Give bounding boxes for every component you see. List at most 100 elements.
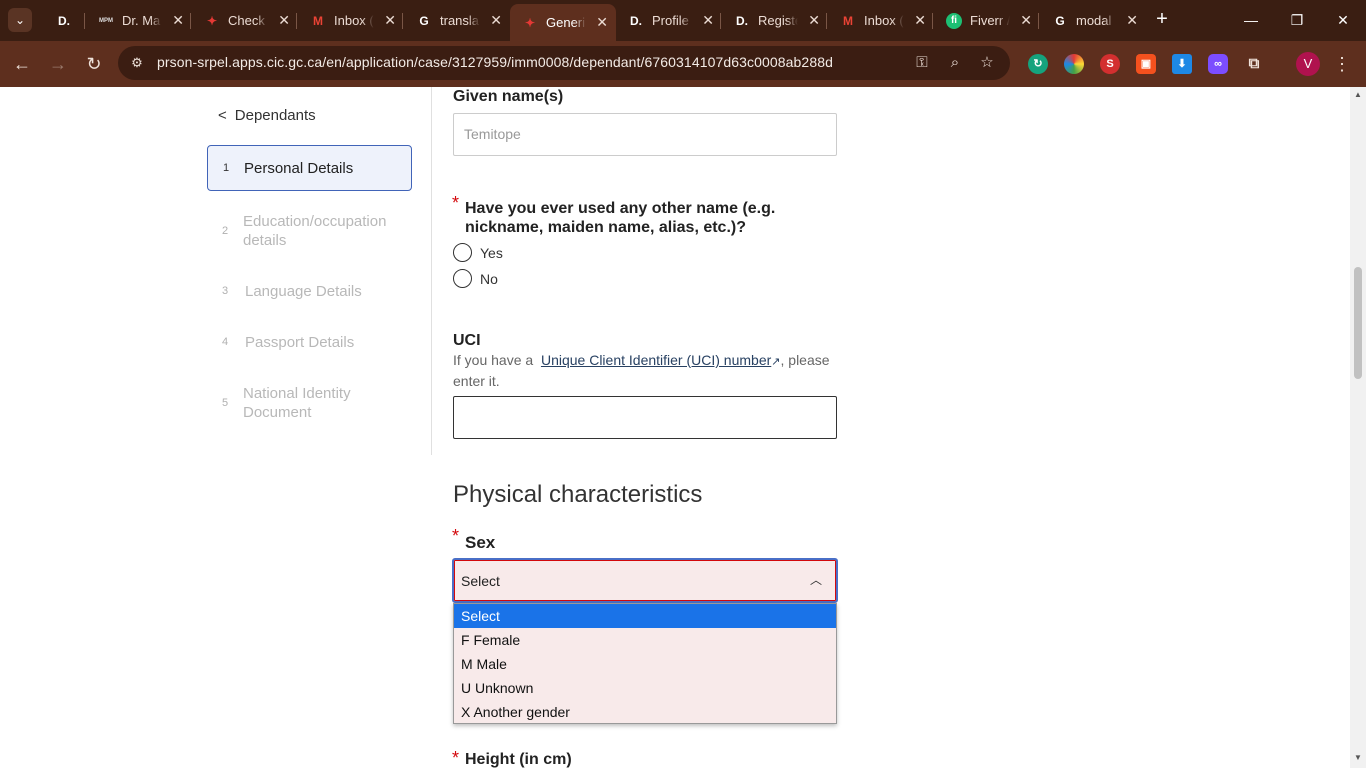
restore-icon[interactable]: ❐	[1282, 8, 1312, 32]
option-another-gender[interactable]: X Another gender	[454, 700, 836, 724]
new-tab-icon[interactable]: +	[1150, 8, 1174, 32]
mpm-favicon-icon: MPM	[99, 17, 113, 24]
close-window-icon[interactable]: ✕	[1328, 8, 1358, 32]
tab-favicon-icon: D.	[736, 13, 748, 28]
tab-8[interactable]: M Inbox ( ✕	[828, 6, 934, 35]
tab-title: Fiverr /	[970, 13, 1010, 28]
extension-color-icon[interactable]	[1064, 54, 1084, 74]
sex-select[interactable]: Select ︿	[452, 558, 838, 603]
close-tab-icon[interactable]: ✕	[1126, 12, 1138, 29]
close-tab-icon[interactable]: ✕	[702, 12, 714, 29]
minimize-icon[interactable]: —	[1236, 8, 1266, 32]
password-key-icon[interactable]: ⚿	[912, 53, 932, 73]
maple-leaf-icon: ✦	[524, 15, 536, 30]
tab-10[interactable]: G modal ✕	[1040, 6, 1146, 35]
external-link-icon: ↗	[771, 356, 781, 368]
option-female[interactable]: F Female	[454, 628, 836, 652]
radio-circle[interactable]	[453, 243, 472, 262]
tab-title: Dr. Ma	[122, 13, 161, 28]
other-name-yes-radio[interactable]: Yes	[453, 243, 503, 262]
extensions-puzzle-icon[interactable]: ⧉	[1244, 54, 1264, 74]
reload-icon[interactable]: ↻	[82, 52, 106, 76]
tab-favicon-icon: D.	[58, 13, 70, 28]
step-number: 5	[221, 397, 229, 409]
gmail-icon: M	[843, 13, 853, 28]
sex-label: Sex	[465, 533, 496, 552]
step-label: Personal Details	[244, 159, 354, 177]
step-label: Education/occupation details	[243, 213, 387, 249]
tab-bar: ⌄ D. MPM Dr. Ma ✕ ✦ Check ✕ M Inbox ( ✕ …	[0, 0, 1366, 41]
sex-selected-value: Select	[461, 573, 500, 589]
tab-5-active[interactable]: ✦ Generi ✕	[510, 4, 616, 41]
step-label: Passport Details	[245, 333, 355, 351]
close-tab-icon[interactable]: ✕	[278, 12, 290, 29]
given-names-input[interactable]: Temitope	[453, 113, 837, 156]
site-info-icon[interactable]: ⚙	[128, 54, 146, 72]
section-title-physical: Physical characteristics	[453, 481, 703, 508]
radio-circle[interactable]	[453, 269, 472, 288]
tab-title: Inbox (	[334, 13, 374, 28]
bookmark-star-icon[interactable]: ☆	[977, 53, 997, 73]
back-link-label: Dependants	[234, 107, 316, 124]
step-language-details[interactable]: 3 Language Details	[207, 281, 412, 301]
required-asterisk: *	[452, 748, 460, 768]
sidenav-divider	[431, 87, 432, 455]
tab-9[interactable]: fi Fiverr / ✕	[934, 6, 1040, 35]
uci-help-text: If you have a Unique Client Identifier (…	[453, 351, 837, 391]
zoom-icon[interactable]: ⌕	[945, 53, 965, 73]
uci-help-prefix: If you have a	[453, 352, 534, 368]
close-tab-icon[interactable]: ✕	[596, 14, 608, 31]
other-name-no-radio[interactable]: No	[453, 269, 498, 288]
tab-search-chevron-icon[interactable]: ⌄	[8, 8, 32, 32]
tab-4[interactable]: G transla ✕	[404, 6, 510, 35]
address-bar[interactable]: ⚙ prson-srpel.apps.cic.gc.ca/en/applicat…	[118, 46, 1010, 80]
uci-info-link[interactable]: Unique Client Identifier (UCI) number	[541, 352, 771, 368]
tab-title: Profile	[652, 13, 689, 28]
option-select[interactable]: Select	[454, 604, 836, 628]
close-tab-icon[interactable]: ✕	[1020, 12, 1032, 29]
back-icon[interactable]: ←	[10, 52, 34, 76]
tab-2[interactable]: ✦ Check ✕	[192, 6, 298, 35]
option-male[interactable]: M Male	[454, 652, 836, 676]
tab-3[interactable]: M Inbox ( ✕	[298, 6, 404, 35]
step-personal-details[interactable]: 1 Personal Details	[207, 145, 412, 191]
extension-s-icon[interactable]: S	[1100, 54, 1120, 74]
back-to-dependants-link[interactable]: < Dependants	[218, 107, 316, 124]
step-number: 3	[221, 285, 229, 297]
tab-title: Registe	[758, 13, 798, 28]
extension-download-icon[interactable]: ⬇	[1172, 54, 1192, 74]
tab-7[interactable]: D. Registe ✕	[722, 6, 828, 35]
close-tab-icon[interactable]: ✕	[914, 12, 926, 29]
forward-icon[interactable]: →	[46, 52, 70, 76]
option-unknown[interactable]: U Unknown	[454, 676, 836, 700]
scroll-thumb[interactable]	[1354, 267, 1362, 379]
tab-1[interactable]: MPM Dr. Ma ✕	[86, 6, 192, 35]
extension-chat-icon[interactable]: ∞	[1208, 54, 1228, 74]
extension-sync-icon[interactable]: ↻	[1028, 54, 1048, 74]
page-scrollbar[interactable]: ▲ ▼	[1350, 87, 1366, 768]
google-icon: G	[419, 13, 429, 28]
step-education-occupation[interactable]: 2 Education/occupation details	[207, 211, 412, 251]
tab-title: Inbox (	[864, 13, 904, 28]
step-label: Language Details	[245, 282, 362, 300]
scroll-down-icon[interactable]: ▼	[1354, 754, 1362, 762]
maple-leaf-icon: ✦	[206, 13, 218, 28]
close-tab-icon[interactable]: ✕	[808, 12, 820, 29]
tab-favicon-icon: D.	[630, 13, 642, 28]
close-tab-icon[interactable]: ✕	[384, 12, 396, 29]
google-icon: G	[1055, 13, 1065, 28]
extension-gift-icon[interactable]: ▣	[1136, 54, 1156, 74]
uci-input[interactable]	[453, 396, 837, 439]
page-content: < Dependants 1 Personal Details 2 Educati…	[0, 87, 1350, 768]
tab-0[interactable]: D.	[44, 6, 84, 35]
close-tab-icon[interactable]: ✕	[172, 12, 184, 29]
step-passport-details[interactable]: 4 Passport Details	[207, 332, 412, 352]
close-tab-icon[interactable]: ✕	[490, 12, 502, 29]
menu-kebab-icon[interactable]: ⋮	[1332, 52, 1352, 76]
tab-6[interactable]: D. Profile ✕	[616, 6, 722, 35]
scroll-up-icon[interactable]: ▲	[1354, 91, 1362, 99]
url-text[interactable]: prson-srpel.apps.cic.gc.ca/en/applicatio…	[157, 54, 833, 70]
profile-avatar[interactable]: V	[1296, 52, 1320, 76]
step-national-identity[interactable]: 5 National Identity Document	[207, 383, 412, 423]
uci-label: UCI	[453, 332, 481, 349]
